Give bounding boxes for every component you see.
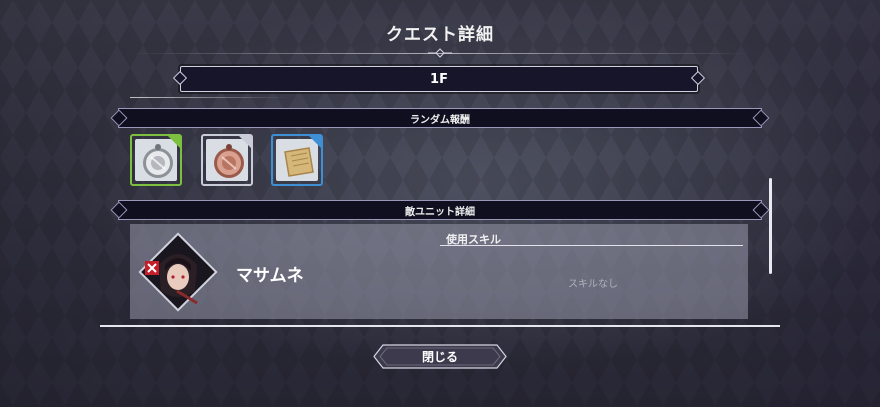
close-button[interactable]: 閉じる: [373, 344, 507, 369]
reward-item-scroll[interactable]: [271, 134, 323, 186]
enemy-unit-card[interactable]: [130, 224, 748, 319]
floor-label: 1F: [430, 71, 448, 87]
dialog-title: クエスト詳細: [386, 25, 494, 45]
close-button-label: 閉じる: [421, 350, 458, 364]
skills-divider: [440, 245, 743, 246]
random-rewards-header: ランダム報酬: [118, 108, 762, 128]
scroll-icon: [284, 147, 314, 177]
skills-value: スキルなし: [568, 279, 618, 290]
silver-medal-icon: [143, 144, 173, 178]
title-ornament-icon: [428, 48, 452, 58]
scrollbar[interactable]: [769, 178, 772, 274]
random-rewards-label: ランダム報酬: [410, 114, 470, 126]
bronze-medal-icon: [214, 144, 244, 178]
floor-divider: [130, 97, 290, 98]
enemy-portrait: [138, 232, 218, 312]
enemy-units-header: 敵ユニット詳細: [118, 200, 762, 220]
reward-item-bronze-medal[interactable]: [201, 134, 253, 186]
floor-bar: 1F: [180, 66, 698, 92]
bottom-divider: [100, 325, 780, 327]
reward-item-silver-medal[interactable]: [130, 134, 182, 186]
enemy-units-label: 敵ユニット詳細: [405, 206, 475, 218]
enemy-name: マサムネ: [236, 266, 304, 286]
